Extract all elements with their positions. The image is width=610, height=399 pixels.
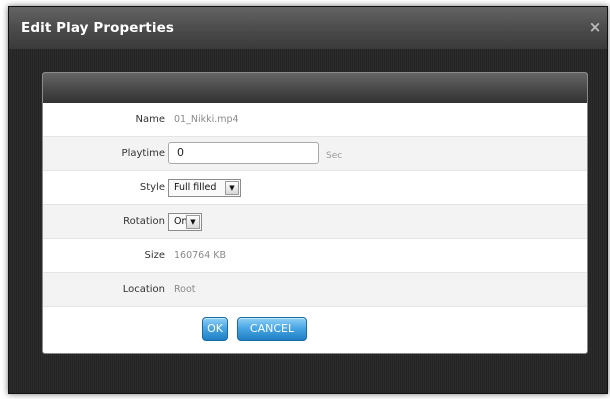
cancel-button[interactable]: CANCEL: [237, 317, 307, 341]
dialog-title: Edit Play Properties: [21, 20, 174, 36]
name-row: Name 01_Nikki.mp4: [43, 103, 587, 137]
name-label: Name: [135, 114, 165, 125]
location-value: Root: [174, 284, 196, 295]
size-label: Size: [144, 250, 165, 261]
name-value: 01_Nikki.mp4: [174, 114, 239, 125]
location-row: Location Root: [43, 273, 587, 307]
chevron-down-icon[interactable]: ▼: [225, 181, 239, 195]
rotation-select[interactable]: On ▼: [168, 213, 202, 231]
properties-panel: Name 01_Nikki.mp4 Playtime 0 Sec Style F…: [42, 72, 588, 354]
chevron-down-icon[interactable]: ▼: [186, 215, 200, 229]
properties-form: Name 01_Nikki.mp4 Playtime 0 Sec Style F…: [43, 103, 587, 307]
location-label: Location: [122, 284, 165, 295]
ok-button[interactable]: OK: [202, 317, 228, 341]
style-selected-value: Full filled: [174, 182, 217, 193]
style-select[interactable]: Full filled ▼: [168, 179, 241, 197]
playtime-unit: Sec: [326, 151, 343, 161]
style-label: Style: [139, 182, 165, 193]
size-value: 160764 KB: [174, 250, 227, 261]
playtime-input[interactable]: 0: [168, 142, 319, 164]
rotation-label: Rotation: [123, 216, 165, 227]
dialog-titlebar[interactable]: Edit Play Properties ×: [9, 7, 607, 50]
button-bar: OK CANCEL: [43, 317, 587, 347]
panel-header: [43, 73, 587, 103]
rotation-row: Rotation On ▼: [43, 205, 587, 239]
style-row: Style Full filled ▼: [43, 171, 587, 205]
playtime-row: Playtime 0 Sec: [43, 137, 587, 171]
close-icon[interactable]: ×: [587, 18, 603, 36]
size-row: Size 160764 KB: [43, 239, 587, 273]
edit-play-properties-dialog: Edit Play Properties × Name 01_Nikki.mp4…: [8, 6, 608, 394]
playtime-label: Playtime: [121, 148, 165, 159]
